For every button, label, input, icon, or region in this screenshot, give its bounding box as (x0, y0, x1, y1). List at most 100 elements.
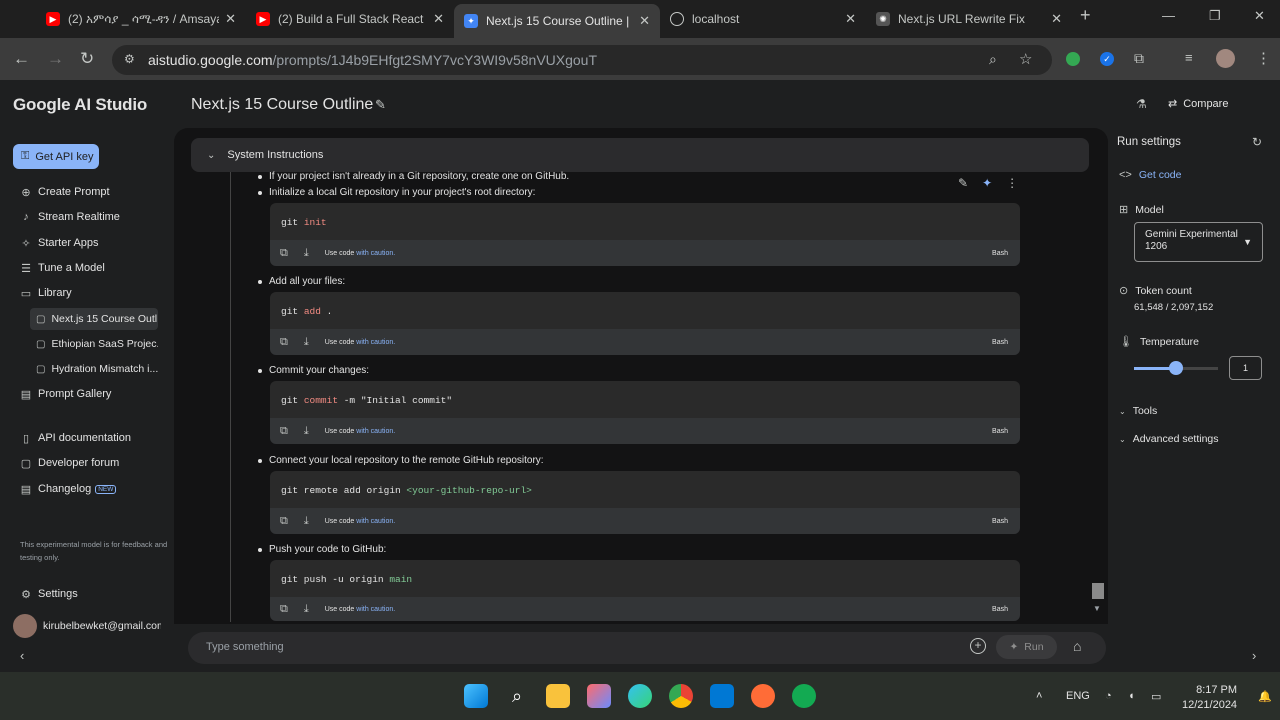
library-item[interactable]: ▢ Ethiopian SaaS Projec... (30, 333, 158, 355)
copy-icon[interactable]: ⧉ (280, 515, 288, 528)
rerun-sparkle-icon[interactable]: ✦ (982, 176, 992, 190)
system-instructions-bar[interactable]: ⌄ System Instructions (191, 138, 1089, 172)
close-icon[interactable]: ✕ (639, 13, 650, 29)
caution-link[interactable]: with caution. (356, 428, 395, 435)
extension-check-icon[interactable]: ✓ (1100, 52, 1114, 66)
extensions-puzzle-icon[interactable]: ⧉ (1134, 50, 1144, 67)
download-icon[interactable]: ⤓ (304, 425, 309, 438)
add-media-icon[interactable]: + (970, 638, 986, 654)
profile-avatar[interactable] (1216, 49, 1235, 68)
caution-link[interactable]: with caution. (356, 606, 395, 613)
close-icon[interactable]: ✕ (1051, 11, 1062, 27)
code-block[interactable]: git init (270, 203, 1020, 240)
copy-icon[interactable]: ⧉ (280, 336, 288, 349)
tray-chevron-icon[interactable]: ˄ (1036, 690, 1042, 702)
scrollbar-thumb[interactable] (1092, 583, 1104, 599)
volume-icon[interactable]: ◖ (1128, 690, 1135, 702)
sidebar-item-prompt-gallery[interactable]: ▤ Prompt Gallery (20, 384, 112, 404)
search-icon[interactable]: ⌕ (505, 684, 529, 708)
new-tab-button[interactable]: + (1080, 5, 1091, 26)
reset-icon[interactable]: ↻ (1252, 135, 1262, 149)
site-info-icon[interactable]: ⚙ (124, 52, 135, 66)
download-icon[interactable]: ⤓ (304, 515, 309, 528)
clear-chat-icon[interactable]: ⌂ (1073, 638, 1081, 654)
sidebar-item-library[interactable]: ▭ Library (20, 283, 72, 303)
sidebar-item-stream-realtime[interactable]: ♪ Stream Realtime (20, 207, 120, 227)
temperature-slider-handle[interactable] (1169, 361, 1183, 375)
system-clock[interactable]: 8:17 PM 12/21/2024 (1182, 683, 1237, 713)
temperature-input[interactable]: 1 (1229, 356, 1262, 380)
url-text[interactable]: aistudio.google.com/prompts/1J4b9EHfgt2S… (148, 52, 597, 68)
maximize-button[interactable]: ❐ (1209, 8, 1221, 24)
start-icon[interactable] (464, 684, 488, 708)
sidebar-item-settings[interactable]: ⚙ Settings (20, 584, 78, 604)
edge-icon[interactable] (628, 684, 652, 708)
file-explorer-icon[interactable] (546, 684, 570, 708)
sidebar-item-api-docs[interactable]: ▯ API documentation (20, 428, 131, 448)
code-block[interactable]: git push -u origin main (270, 560, 1020, 597)
reload-icon[interactable]: ↻ (80, 49, 94, 69)
browser-tab[interactable]: ▶ (2) አምሳያ _ ሳሚ-ዳን / Amsaya ✕ (36, 6, 246, 32)
flask-icon[interactable]: ⚗ (1136, 97, 1147, 111)
compare-button[interactable]: ⇄ Compare (1168, 97, 1228, 111)
code-block[interactable]: git add . (270, 292, 1020, 329)
download-icon[interactable]: ⤓ (304, 336, 309, 349)
get-api-key-button[interactable]: ⚿ Get API key (13, 144, 99, 169)
code-block[interactable]: git remote add origin <your-github-repo-… (270, 471, 1020, 508)
wifi-icon[interactable]: ◔ (1105, 690, 1112, 702)
caution-link[interactable]: with caution. (356, 250, 395, 257)
sidebar-item-starter-apps[interactable]: ✧ Starter Apps (20, 233, 98, 253)
download-icon[interactable]: ⤓ (304, 603, 309, 616)
extension-icon[interactable] (1066, 52, 1080, 66)
close-icon[interactable]: ✕ (225, 11, 236, 27)
browser-tab-active[interactable]: ✦ Next.js 15 Course Outline | G ✕ (454, 4, 660, 38)
library-item[interactable]: ▢ Next.js 15 Course Outl... (30, 308, 158, 330)
language-indicator[interactable]: ENG (1066, 690, 1090, 702)
chrome-icon[interactable] (669, 684, 693, 708)
expand-panel-icon[interactable]: › (1252, 648, 1256, 663)
collapse-sidebar-icon[interactable]: ‹ (20, 648, 24, 663)
zoom-icon[interactable]: ⌕ (989, 51, 997, 68)
caution-link[interactable]: with caution. (356, 339, 395, 346)
tools-section[interactable]: ⌄ Tools (1119, 405, 1157, 417)
account-avatar[interactable] (13, 614, 37, 638)
run-button[interactable]: ✦ Run (996, 635, 1057, 659)
get-code-button[interactable]: <> Get code (1119, 169, 1181, 181)
sidebar-item-forum[interactable]: ▢ Developer forum (20, 453, 120, 473)
copy-icon[interactable]: ⧉ (280, 247, 288, 260)
advanced-settings-section[interactable]: ⌄ Advanced settings (1119, 433, 1219, 445)
account-email[interactable]: kirubelbewket@gmail.com (43, 620, 161, 632)
copilot-icon[interactable] (587, 684, 611, 708)
browser-menu-icon[interactable]: ⋮ (1256, 49, 1271, 67)
battery-icon[interactable]: ▭ (1151, 690, 1161, 703)
back-icon[interactable]: ← (13, 49, 30, 69)
copy-icon[interactable]: ⧉ (280, 603, 288, 616)
forward-icon[interactable]: → (47, 49, 64, 69)
download-icon[interactable]: ⤓ (304, 247, 309, 260)
code-block[interactable]: git commit -m "Initial commit" (270, 381, 1020, 418)
scroll-down-icon[interactable]: ▼ (1093, 604, 1101, 613)
copy-icon[interactable]: ⧉ (280, 425, 288, 438)
vscode-icon[interactable] (710, 684, 734, 708)
notification-bell-icon[interactable]: 🔔 (1258, 690, 1272, 703)
browser-tab[interactable]: localhost ✕ (660, 6, 866, 32)
bookmark-star-icon[interactable]: ☆ (1019, 50, 1032, 68)
browser-tab[interactable]: ✺ Next.js URL Rewrite Fix ✕ (866, 6, 1072, 32)
sidebar-item-create-prompt[interactable]: ⊕ Create Prompt (20, 182, 109, 202)
close-icon[interactable]: ✕ (845, 11, 856, 27)
edit-title-icon[interactable]: ✎ (375, 97, 386, 113)
browser-tab[interactable]: ▶ (2) Build a Full Stack React N ✕ (246, 6, 454, 32)
caution-link[interactable]: with caution. (356, 518, 395, 525)
close-icon[interactable]: ✕ (433, 11, 444, 27)
sidebar-item-tune-model[interactable]: ☰ Tune a Model (20, 258, 105, 278)
edit-icon[interactable]: ✎ (958, 176, 968, 190)
media-icon[interactable]: ≡ (1185, 50, 1193, 65)
mongodb-compass-icon[interactable] (792, 684, 816, 708)
page-title[interactable]: Next.js 15 Course Outline (191, 96, 373, 114)
library-item[interactable]: ▢ Hydration Mismatch i... (30, 358, 158, 380)
sidebar-item-changelog[interactable]: ▤ Changelog NEW (20, 479, 117, 499)
more-icon[interactable]: ⋮ (1006, 176, 1018, 190)
prompt-input[interactable] (188, 632, 1106, 664)
close-window-button[interactable]: ✕ (1254, 8, 1265, 24)
model-select[interactable]: Gemini Experimental 1206 ▼ (1134, 222, 1263, 262)
